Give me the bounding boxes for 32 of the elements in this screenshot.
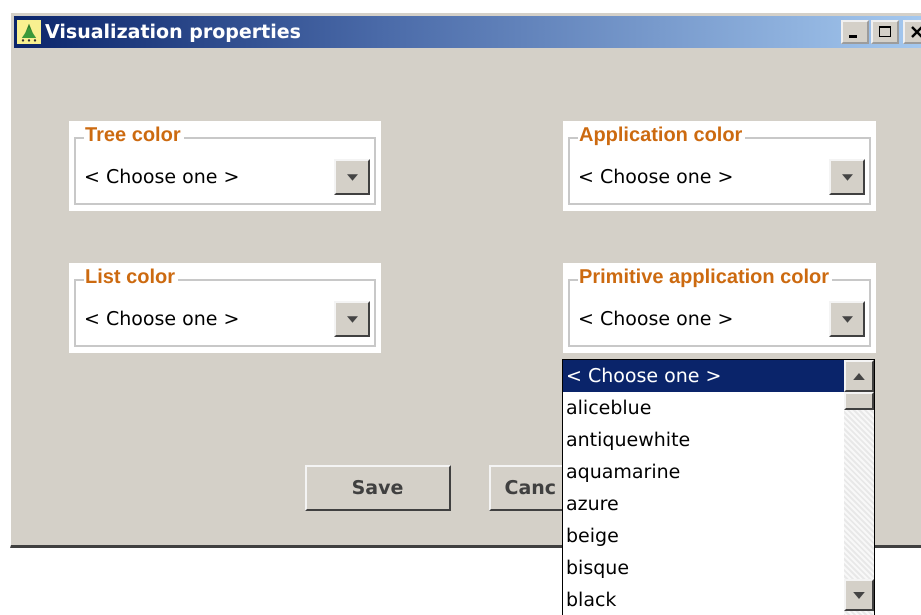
caret-down-icon xyxy=(346,174,358,180)
list-item[interactable]: bisque xyxy=(563,552,844,584)
caret-up-icon xyxy=(853,372,865,380)
close-icon xyxy=(909,24,921,40)
list-item[interactable]: beige xyxy=(563,520,844,552)
color-dropdown[interactable]: < Choose one > xyxy=(578,158,865,196)
caret-down-icon xyxy=(842,316,852,322)
dropdown-arrow-button[interactable] xyxy=(829,159,865,195)
dropdown-arrow-button[interactable] xyxy=(829,301,865,337)
color-dropdown[interactable]: < Choose one > xyxy=(578,300,865,338)
list-item[interactable]: aliceblue xyxy=(563,392,844,424)
list-item[interactable]: antiquewhite xyxy=(563,424,844,456)
plant-icon xyxy=(17,20,41,44)
dropdown-arrow-button[interactable] xyxy=(334,159,370,195)
scroll-thumb[interactable] xyxy=(844,392,874,410)
caret-down-icon xyxy=(842,174,852,180)
color-dropdown[interactable]: < Choose one > xyxy=(84,300,370,338)
list-item[interactable]: < Choose one > xyxy=(563,360,844,392)
dialog-button[interactable]: Save xyxy=(304,465,450,511)
list-item[interactable]: black xyxy=(563,584,844,615)
color-dropdown[interactable]: < Choose one > xyxy=(84,158,370,196)
caret-down-icon xyxy=(346,316,358,322)
maximize-icon xyxy=(877,24,893,40)
minimize-button[interactable] xyxy=(841,20,869,44)
minimize-icon xyxy=(849,34,857,38)
window-title: Visualization properties xyxy=(45,21,301,43)
scroll-up-button[interactable] xyxy=(844,360,874,392)
dropdown-arrow-button[interactable] xyxy=(334,301,370,337)
caret-down-icon xyxy=(853,592,865,598)
scroll-down-button[interactable] xyxy=(844,579,874,611)
scrollbar[interactable] xyxy=(844,360,874,615)
maximize-button[interactable] xyxy=(871,20,899,44)
